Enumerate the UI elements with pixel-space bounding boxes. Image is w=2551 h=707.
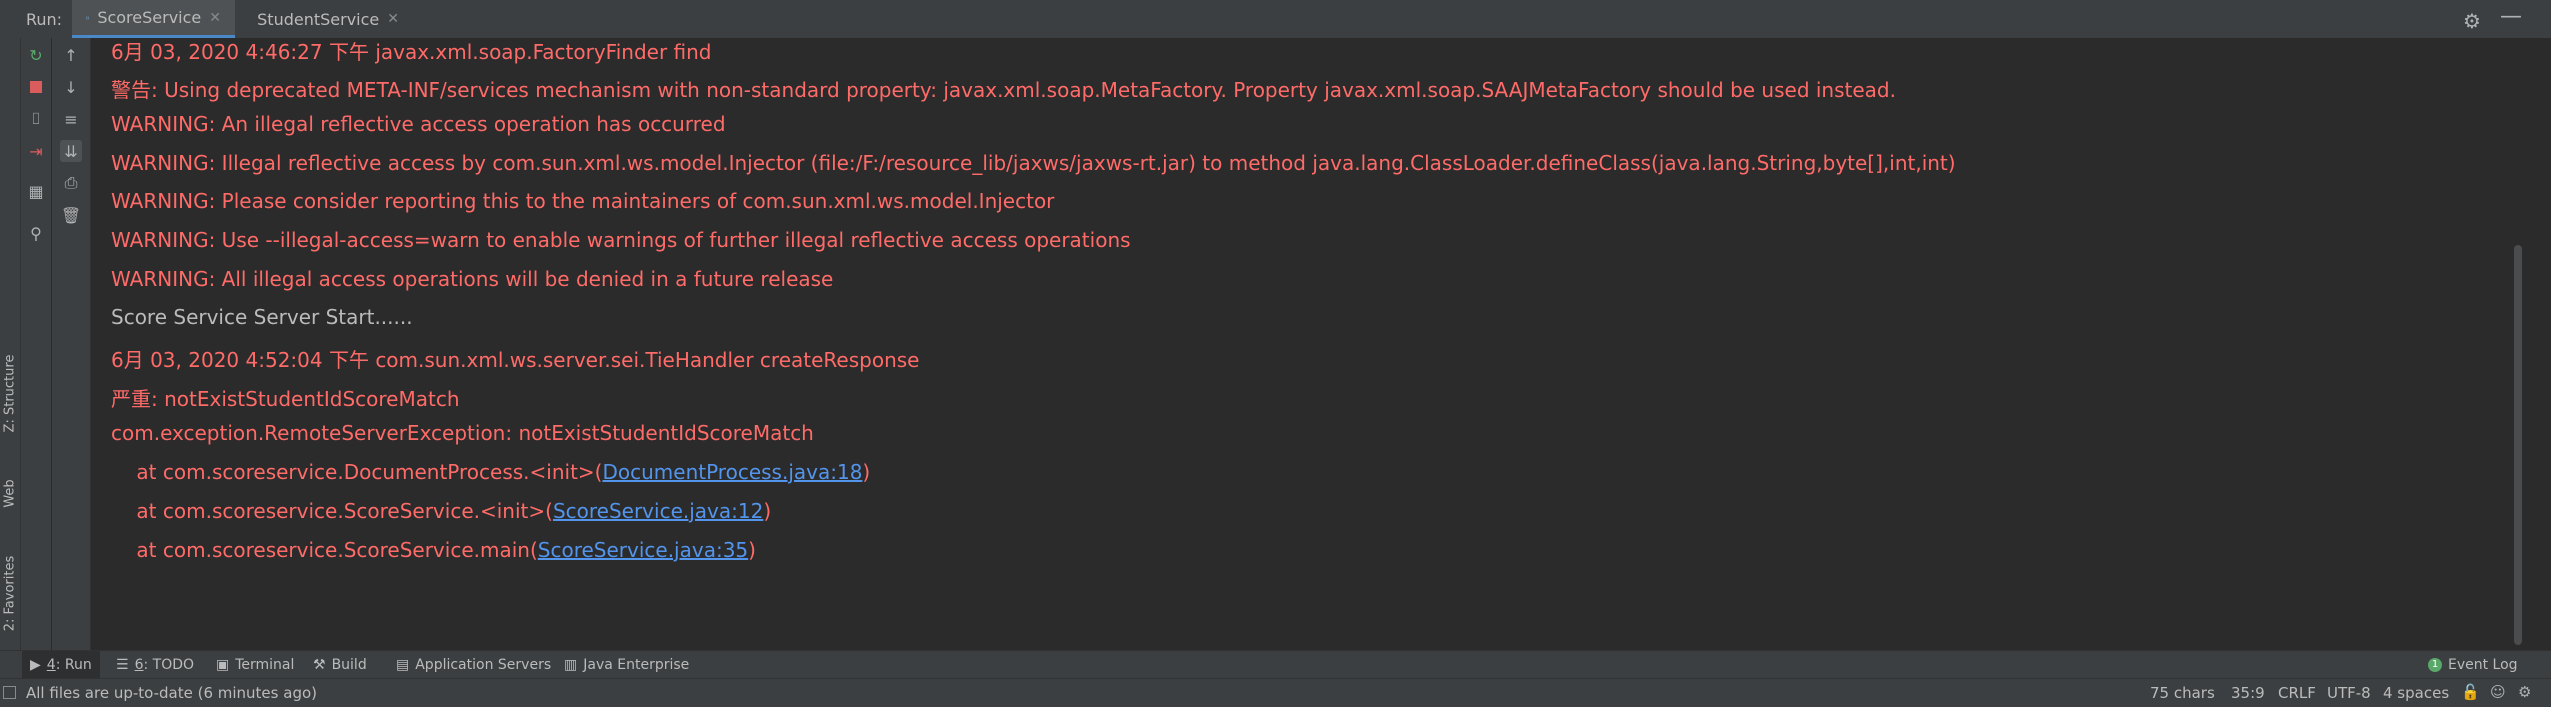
arrow-up-icon[interactable]: ↑: [60, 44, 82, 66]
console-line: WARNING: All illegal access operations w…: [111, 267, 833, 291]
tab-student-service[interactable]: StudentService ✕: [235, 0, 413, 38]
console-line: WARNING: An illegal reflective access op…: [111, 112, 726, 136]
tool-tab-label: Build: [332, 657, 367, 673]
terminal-icon: ▣: [216, 657, 229, 673]
toggle-tool-windows-icon[interactable]: [3, 686, 16, 699]
arrow-down-icon[interactable]: ↓: [60, 76, 82, 98]
favorites-tool-button[interactable]: 2: Favorites: [3, 552, 18, 636]
close-icon[interactable]: ✕: [387, 11, 399, 27]
layout-icon[interactable]: ▦: [25, 180, 47, 202]
stack-frame-text: at com.scoreservice.ScoreService.<init>(: [111, 499, 553, 523]
tool-tab-build[interactable]: ⚒ Build: [305, 651, 375, 679]
run-icon: ▶: [30, 657, 41, 673]
tab-label: ScoreService: [97, 8, 201, 27]
run-toolbar: ↻ ⌷ ⇥ ▦ ⚲: [21, 38, 51, 650]
run-label: Run:: [26, 10, 62, 29]
run-config-icon: [86, 10, 89, 26]
list-icon: ☰: [116, 657, 129, 673]
minimize-icon[interactable]: —: [2500, 4, 2522, 29]
stack-frame-suffix: ): [763, 499, 771, 523]
hammer-icon: ⚒: [313, 657, 326, 673]
tool-tab-label: Application Servers: [415, 657, 551, 673]
stack-frame-text: at com.scoreservice.ScoreService.main(: [111, 538, 538, 562]
console-line: Score Service Server Start......: [111, 305, 413, 329]
run-tab-bar: Run: ScoreService ✕ StudentService ✕ ⚙ —: [0, 0, 2551, 39]
file-encoding[interactable]: UTF-8: [2327, 684, 2371, 702]
source-link[interactable]: ScoreService.java:12: [553, 499, 763, 523]
scroll-to-end-icon[interactable]: ⇊: [60, 140, 82, 162]
console-line: WARNING: Please consider reporting this …: [111, 189, 1054, 213]
console-line: WARNING: Illegal reflective access by co…: [111, 151, 1956, 175]
console-toolbar: ↑ ↓ ≡ ⇊ ⎙ 🗑: [52, 38, 91, 650]
pin-icon[interactable]: ⚲: [25, 222, 47, 244]
stack-trace-line: at com.scoreservice.DocumentProcess.<ini…: [111, 460, 870, 484]
stack-frame-suffix: ): [862, 460, 870, 484]
source-link[interactable]: DocumentProcess.java:18: [602, 460, 862, 484]
tool-window-bar: ▶ 4: Run ☰ 6: TODO ▣ Terminal ⚒ Build ▤ …: [0, 650, 2551, 679]
status-message: All files are up-to-date (6 minutes ago): [26, 684, 317, 702]
scrollbar-thumb[interactable]: [2514, 245, 2522, 645]
console-line: 严重: notExistStudentIdScoreMatch: [111, 383, 460, 412]
lock-icon[interactable]: 🔓: [2461, 683, 2480, 701]
console-line: 6月 03, 2020 4:46:27 下午 javax.xml.soap.Fa…: [111, 36, 712, 65]
tool-tab-label: 6: TODO: [135, 657, 194, 673]
source-link[interactable]: ScoreService.java:35: [538, 538, 748, 562]
java-ee-icon: ▥: [564, 657, 577, 673]
tool-tab-label: Event Log: [2448, 657, 2518, 673]
inspector-icon[interactable]: ☺: [2490, 683, 2506, 701]
stack-frame-text: at com.scoreservice.DocumentProcess.<ini…: [111, 460, 602, 484]
structure-tool-button[interactable]: Z: Structure: [3, 352, 18, 436]
tab-score-service[interactable]: ScoreService ✕: [72, 0, 235, 38]
status-bar: All files are up-to-date (6 minutes ago)…: [0, 678, 2551, 707]
tool-tab-event-log[interactable]: 1 Event Log: [2420, 651, 2526, 679]
indent-setting[interactable]: 4 spaces: [2383, 684, 2449, 702]
caret-position[interactable]: 35:9: [2231, 684, 2265, 702]
gear-icon[interactable]: ⚙: [2463, 9, 2481, 33]
server-icon: ▤: [396, 657, 409, 673]
soft-wrap-icon[interactable]: ≡: [60, 108, 82, 130]
stop-icon: [30, 81, 42, 93]
console-line: 6月 03, 2020 4:52:04 下午 com.sun.xml.ws.se…: [111, 344, 919, 373]
tool-tab-label: Terminal: [235, 657, 294, 673]
close-icon[interactable]: ✕: [209, 10, 221, 26]
print-icon[interactable]: ⎙: [60, 172, 82, 194]
char-count: 75 chars: [2150, 684, 2215, 702]
event-log-icon: 1: [2428, 658, 2442, 672]
web-tool-button[interactable]: Web: [3, 452, 18, 536]
tool-tab-run[interactable]: ▶ 4: Run: [22, 651, 100, 679]
left-tool-strip: Z: Structure Web 2: Favorites: [0, 38, 21, 650]
git-icon[interactable]: ⚙: [2518, 683, 2531, 701]
tool-tab-application-servers[interactable]: ▤ Application Servers: [388, 651, 559, 679]
line-separator[interactable]: CRLF: [2278, 684, 2316, 702]
rerun-icon[interactable]: ↻: [25, 44, 47, 66]
console-line: WARNING: Use --illegal-access=warn to en…: [111, 228, 1131, 252]
stop-button[interactable]: [25, 76, 47, 98]
tool-tab-java-enterprise[interactable]: ▥ Java Enterprise: [556, 651, 697, 679]
tool-tab-terminal[interactable]: ▣ Terminal: [208, 651, 302, 679]
camera-icon[interactable]: ⌷: [25, 108, 47, 130]
console-line: com.exception.RemoteServerException: not…: [111, 421, 814, 445]
console-line: 警告: Using deprecated META-INF/services m…: [111, 74, 1896, 103]
stack-trace-line: at com.scoreservice.ScoreService.main(Sc…: [111, 538, 756, 562]
stack-trace-line: at com.scoreservice.ScoreService.<init>(…: [111, 499, 771, 523]
tool-tab-label: Java Enterprise: [583, 657, 689, 673]
tab-label: StudentService: [257, 10, 379, 29]
tool-tab-label: 4: Run: [47, 657, 92, 673]
trash-icon[interactable]: 🗑: [60, 204, 82, 226]
exit-icon[interactable]: ⇥: [25, 140, 47, 162]
stack-frame-suffix: ): [748, 538, 756, 562]
tool-tab-todo[interactable]: ☰ 6: TODO: [108, 651, 202, 679]
console-output[interactable]: 6月 03, 2020 4:46:27 下午 javax.xml.soap.Fa…: [91, 38, 2511, 650]
